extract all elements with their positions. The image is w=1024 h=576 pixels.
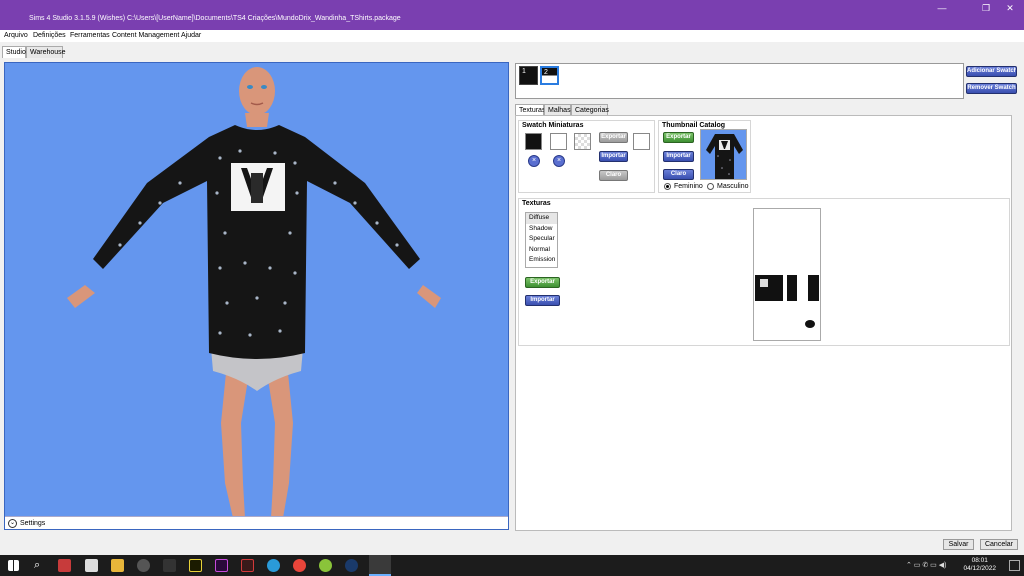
list-item-normal[interactable]: Normal <box>526 245 557 256</box>
save-button[interactable]: Salvar <box>943 539 974 550</box>
feminino-label: Feminino <box>674 183 703 190</box>
remove-swatch-button[interactable]: Remover Swatch <box>966 83 1017 94</box>
close-button[interactable]: ✕ <box>996 0 1024 16</box>
menu-bar: Arquivo Definições Ferramentas Content M… <box>0 30 1024 42</box>
steam-icon[interactable] <box>345 559 358 572</box>
texture-export-button[interactable]: Exportar <box>525 277 560 288</box>
thumbnail-catalog-title: Thumbnail Catalog <box>662 122 725 129</box>
menu-arquivo[interactable]: Arquivo <box>4 32 28 39</box>
sims4studio-icon[interactable] <box>369 555 391 576</box>
tray-icons[interactable]: ⌃ ▭ ✆ ▭ ◀) <box>906 561 946 569</box>
menu-ferramentas[interactable]: Ferramentas <box>70 32 110 39</box>
thumbnail-catalog-group: Thumbnail Catalog Exportar Importar Clar… <box>658 120 751 193</box>
thumbnail-import-button[interactable]: Importar <box>663 151 694 162</box>
clock[interactable]: 08:01 04/12/2022 <box>963 557 996 573</box>
texturas-title: Texturas <box>522 200 551 207</box>
texture-preview <box>753 208 821 341</box>
swatch-clear-button[interactable]: Claro <box>599 170 628 181</box>
tab-studio[interactable]: Studio <box>2 46 26 58</box>
app-icon[interactable] <box>215 559 228 572</box>
texture-import-button[interactable]: Importar <box>525 295 560 306</box>
calendar-icon[interactable] <box>85 559 98 572</box>
title-bar: Sims 4 Studio 3.1.5.9 (Wishes) C:\Users\… <box>0 0 1024 30</box>
taskbar: ⌕ ⌃ ▭ ✆ ▭ ◀) 08:01 04/12/2022 <box>0 555 1024 576</box>
swatch-2[interactable]: 2 <box>540 66 559 85</box>
swatch-color-4[interactable] <box>633 133 650 150</box>
swatch-miniaturas-title: Swatch Miniaturas <box>522 122 584 129</box>
texture-type-list[interactable]: Diffuse Shadow Specular Normal Emission <box>525 212 558 268</box>
close-icon[interactable]: × <box>553 155 565 167</box>
edge-icon[interactable] <box>267 559 280 572</box>
menu-content-management[interactable]: Content Management <box>112 32 179 39</box>
app-icon[interactable] <box>241 559 254 572</box>
sim-model-preview <box>67 67 441 518</box>
settings-label: Settings <box>20 520 46 527</box>
menu-definicoes[interactable]: Definições <box>33 32 66 39</box>
swatch-color-1[interactable] <box>525 133 542 150</box>
close-icon[interactable]: × <box>528 155 540 167</box>
swatch-1[interactable]: 1 <box>519 66 538 85</box>
menu-ajudar[interactable]: Ajudar <box>181 32 201 39</box>
list-item-shadow[interactable]: Shadow <box>526 224 557 235</box>
swatch-import-button[interactable]: Importar <box>599 151 628 162</box>
thumbnail-export-button[interactable]: Exportar <box>663 132 694 143</box>
app-icon[interactable] <box>137 559 150 572</box>
swatch-number: 2 <box>544 69 548 76</box>
texturas-panel: Swatch Miniaturas Exportar × × Importar … <box>515 115 1012 531</box>
chrome-icon[interactable] <box>293 559 306 572</box>
window-title: Sims 4 Studio 3.1.5.9 (Wishes) C:\Users\… <box>29 15 401 22</box>
masculino-label: Masculino <box>717 183 749 190</box>
clock-time: 08:01 <box>971 557 988 564</box>
app-icon[interactable] <box>58 559 71 572</box>
folder-icon[interactable] <box>111 559 124 572</box>
swatch-color-2[interactable] <box>550 133 567 150</box>
tab-warehouse[interactable]: Warehouse <box>26 46 66 58</box>
app-icon[interactable] <box>163 559 176 572</box>
texturas-group: Texturas Diffuse Shadow Specular Normal … <box>518 198 1010 346</box>
thumbnail-clear-button[interactable]: Claro <box>663 169 694 180</box>
notification-icon[interactable] <box>1009 560 1020 571</box>
app-icon[interactable] <box>319 559 332 572</box>
editor-panel: 1 2 Adicionar Swatch Remover Swatch Text… <box>513 62 1021 532</box>
minimize-button[interactable]: — <box>928 0 956 16</box>
chevron-down-icon[interactable]: ⌄ <box>8 519 17 528</box>
cancel-button[interactable]: Cancelar <box>980 539 1018 550</box>
settings-bar[interactable]: ⌄ Settings <box>5 516 508 529</box>
swatch-export-button[interactable]: Exportar <box>599 132 628 143</box>
list-item-specular[interactable]: Specular <box>526 234 557 245</box>
radio-feminino[interactable] <box>664 183 671 190</box>
search-icon[interactable]: ⌕ <box>34 559 47 572</box>
list-item-diffuse[interactable]: Diffuse <box>526 213 557 224</box>
radio-masculino[interactable] <box>707 183 714 190</box>
swatch-color-3[interactable] <box>574 133 591 150</box>
add-swatch-button[interactable]: Adicionar Swatch <box>966 66 1017 77</box>
model-viewport[interactable]: ⌄ Settings <box>4 62 509 530</box>
swatch-miniaturas-group: Swatch Miniaturas Exportar × × Importar … <box>518 120 655 193</box>
swatch-number: 1 <box>522 68 526 75</box>
windows-start-icon[interactable] <box>8 560 19 571</box>
clock-date: 04/12/2022 <box>963 565 996 572</box>
app-icon[interactable] <box>189 559 202 572</box>
swatch-bar: 1 2 <box>515 63 964 99</box>
thumbnail-preview <box>700 129 747 180</box>
list-item-emission[interactable]: Emission <box>526 255 557 266</box>
